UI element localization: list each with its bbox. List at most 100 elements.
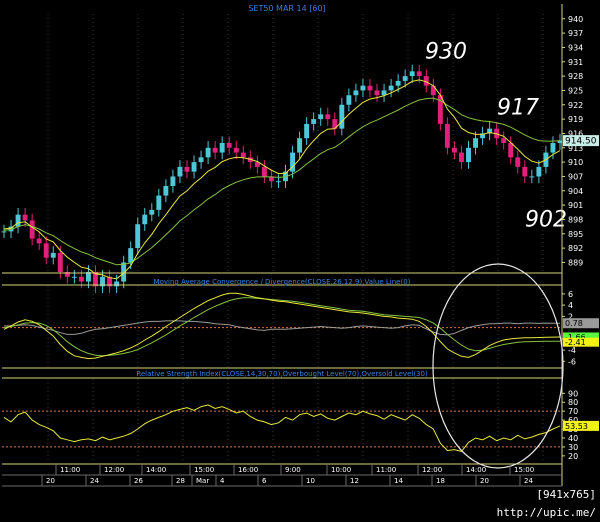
price-candle-body: [226, 143, 232, 148]
x-date-label: 4: [220, 477, 225, 485]
price-candle-body: [325, 114, 331, 120]
price-y-tick-label: 922: [568, 101, 583, 110]
price-candle-body: [367, 85, 373, 91]
price-candle-body: [29, 220, 35, 239]
price-y-tick-label: 937: [568, 29, 583, 38]
price-candle-body: [114, 281, 120, 287]
price-candle-body: [71, 276, 77, 278]
macd-hist-value: 0.78: [565, 319, 583, 328]
price-candle-body: [1, 231, 7, 233]
macd-value-boxes: 0.78 -1.66 -2.41: [563, 318, 599, 347]
rsi-title: Relative Strength Index(CLOSE,14,30,70),…: [136, 370, 428, 378]
set50-chart: SET50 MAR 14 [60] 8898928958989019049079…: [0, 0, 600, 506]
x-date-label: Mar: [196, 477, 209, 485]
price-candle-body: [318, 114, 324, 120]
chart-background: [0, 0, 600, 506]
price-candle-body: [177, 166, 183, 177]
last-price-box: 914.50: [563, 135, 599, 147]
macd-y-tick-label: -4: [568, 346, 576, 355]
price-candle-body: [360, 85, 366, 91]
price-candle-body: [78, 276, 84, 282]
price-candle-body: [212, 147, 218, 153]
price-y-tick-label: 931: [568, 58, 583, 67]
annotation-902: 902: [525, 207, 567, 232]
price-candle-body: [374, 90, 380, 96]
last-price-label: 914.50: [565, 137, 597, 147]
macd-y-tick-label: 6: [568, 290, 573, 299]
x-time-label: 14:00: [466, 466, 486, 474]
price-candle-body: [430, 85, 436, 96]
x-time-label: 12:00: [422, 466, 442, 474]
price-candle-body: [135, 224, 141, 249]
price-y-tick-label: 919: [568, 115, 583, 124]
macd-signal-value: -2.41: [565, 338, 586, 347]
price-candle-body: [339, 104, 345, 129]
price-candle-body: [297, 138, 303, 153]
price-candle-body: [529, 176, 535, 178]
price-candle-body: [501, 138, 507, 143]
x-date-label: 24: [90, 477, 99, 485]
price-candle-body: [311, 119, 317, 124]
price-candle-body: [416, 71, 422, 77]
price-y-tick-label: 907: [568, 172, 583, 181]
x-date-label: 26: [134, 477, 143, 485]
annotation-930: 930: [425, 40, 467, 65]
price-candle-body: [240, 152, 246, 158]
macd-title: Moving Average Convergence / Divergence(…: [154, 278, 411, 286]
x-time-label: 10:00: [331, 466, 351, 474]
price-candle-body: [261, 166, 267, 177]
price-candle-body: [36, 238, 42, 244]
price-candle-body: [451, 147, 457, 153]
x-time-label: 12:00: [104, 466, 124, 474]
x-date-label: 18: [436, 477, 445, 485]
rsi-value: 53.53: [565, 422, 588, 431]
x-date-label: 20: [480, 477, 489, 485]
price-y-tick-label: 901: [568, 201, 583, 210]
price-candle-body: [508, 143, 514, 158]
price-y-tick-label: 898: [568, 215, 583, 224]
macd-y-tick-label: 4: [568, 301, 573, 310]
rsi-y-tick-label: 30: [568, 443, 578, 452]
price-y-tick-label: 940: [568, 15, 583, 24]
x-date-label: 24: [524, 477, 533, 485]
price-candle-body: [170, 176, 176, 186]
price-y-tick-label: 892: [568, 244, 583, 253]
price-candle-body: [444, 123, 450, 148]
price-candle-body: [163, 186, 169, 196]
price-candle-body: [205, 147, 211, 158]
x-date-label: 28: [176, 477, 185, 485]
price-candle-body: [515, 157, 521, 167]
price-candle-body: [50, 252, 56, 258]
price-candle-body: [466, 147, 471, 163]
x-date-label: 6: [262, 477, 267, 485]
watermark-footer: [941x765] http://upic.me/: [496, 488, 596, 519]
price-y-tick-label: 910: [568, 158, 583, 167]
rsi-y-tick-label: 20: [568, 452, 578, 461]
price-candle-body: [395, 80, 401, 86]
price-candle-body: [156, 195, 162, 210]
price-candle-body: [346, 95, 352, 105]
rsi-y-tick-label: 90: [568, 389, 578, 398]
price-candle-body: [459, 152, 464, 163]
price-candle-body: [388, 85, 394, 91]
rsi-y-tick-label: 40: [568, 434, 578, 443]
price-candle-body: [233, 147, 239, 153]
x-time-label: 11:00: [60, 466, 80, 474]
price-candle-body: [191, 162, 197, 172]
price-candle-body: [219, 143, 225, 153]
price-candle-body: [198, 157, 204, 163]
price-candle-body: [550, 143, 556, 153]
price-y-tick-label: 925: [568, 86, 583, 95]
price-candle-body: [149, 209, 155, 215]
x-time-label: 15:00: [194, 466, 214, 474]
price-candle-body: [522, 166, 528, 177]
x-date-label: 14: [394, 477, 403, 485]
price-candle-body: [57, 252, 63, 272]
x-date-label: 20: [46, 477, 55, 485]
price-candle-body: [304, 123, 310, 139]
price-candle-body: [536, 166, 542, 177]
x-time-label: 16:00: [238, 466, 258, 474]
x-time-label: 14:00: [146, 466, 166, 474]
x-time-label: 11:00: [376, 466, 396, 474]
price-candle-body: [353, 90, 359, 96]
